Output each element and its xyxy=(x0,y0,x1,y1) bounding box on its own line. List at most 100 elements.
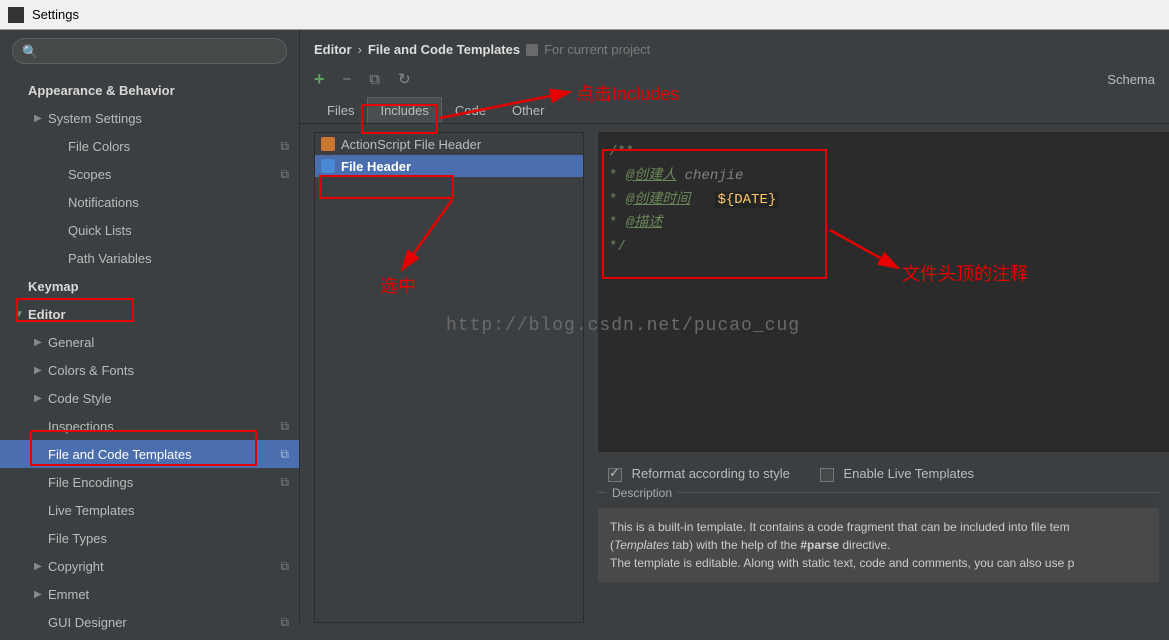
main: 🔍 Appearance & Behavior▶System SettingsF… xyxy=(0,30,1169,623)
sidebar-item-label: Path Variables xyxy=(68,251,299,266)
copy-button[interactable]: ⧉ xyxy=(369,71,380,88)
app-icon xyxy=(8,7,24,23)
search-input[interactable] xyxy=(12,38,287,64)
settings-tree: Appearance & Behavior▶System SettingsFil… xyxy=(0,72,299,640)
search-icon: 🔍 xyxy=(22,44,38,60)
sidebar-item[interactable]: GUI Designer⧉ xyxy=(0,608,299,636)
sidebar-item-label: Editor xyxy=(28,307,299,322)
tree-arrow-icon: ▶ xyxy=(34,113,48,124)
tab-includes[interactable]: Includes xyxy=(367,97,441,123)
live-templates-checkbox[interactable] xyxy=(820,468,834,482)
content-area: Editor › File and Code Templates For cur… xyxy=(300,30,1169,623)
project-scope-icon: ⧉ xyxy=(280,615,289,630)
breadcrumb-sep: › xyxy=(358,42,362,57)
template-item-label: ActionScript File Header xyxy=(341,137,481,152)
editor-star: * xyxy=(609,168,626,184)
sidebar-item-label: General xyxy=(48,335,299,350)
tab-other[interactable]: Other xyxy=(499,97,558,123)
template-item[interactable]: File Header xyxy=(315,155,583,177)
tree-arrow-icon: ▶ xyxy=(34,589,48,600)
sidebar-item-label: Inspections xyxy=(48,419,280,434)
reset-button[interactable]: ↻ xyxy=(398,70,411,88)
sidebar-item[interactable]: ▶General xyxy=(0,328,299,356)
template-tabs: FilesIncludesCodeOther xyxy=(300,97,1169,124)
sidebar-item[interactable]: Inspections⧉ xyxy=(0,412,299,440)
tree-arrow-icon: ▶ xyxy=(34,365,48,376)
tab-files[interactable]: Files xyxy=(314,97,367,123)
sidebar-item[interactable]: File Types xyxy=(0,524,299,552)
breadcrumb: Editor › File and Code Templates For cur… xyxy=(300,30,1169,65)
editor-line: /** xyxy=(609,144,634,160)
sidebar-item[interactable]: ▶Code Style xyxy=(0,384,299,412)
editor-column: /** * @创建人 chenjie * @创建时间 ${DATE} * @描述… xyxy=(598,132,1169,623)
sidebar-item-label: Emmet xyxy=(48,587,299,602)
sidebar-item-label: GUI Designer xyxy=(48,615,280,630)
tree-arrow-icon: ▶ xyxy=(34,561,48,572)
sidebar-item[interactable]: File and Code Templates⧉ xyxy=(0,440,299,468)
template-options: Reformat according to style Enable Live … xyxy=(598,452,1169,492)
project-scope-icon: ⧉ xyxy=(280,419,289,434)
template-item-label: File Header xyxy=(341,159,411,174)
sidebar-item-label: File Types xyxy=(48,531,299,546)
sidebar-item-label: Code Style xyxy=(48,391,299,406)
tab-code[interactable]: Code xyxy=(442,97,499,123)
editor-tag: @描述 xyxy=(626,215,662,231)
sidebar-item-label: File Colors xyxy=(68,139,280,154)
sidebar-item[interactable]: File Encodings⧉ xyxy=(0,468,299,496)
sidebar-item[interactable]: ▶System Settings xyxy=(0,104,299,132)
titlebar: Settings xyxy=(0,0,1169,30)
project-scope-icon: ⧉ xyxy=(280,167,289,182)
sidebar-item-label: Colors & Fonts xyxy=(48,363,299,378)
sidebar-item[interactable]: ▼Editor xyxy=(0,300,299,328)
project-scope-icon: ⧉ xyxy=(280,447,289,462)
sidebar-item-label: Scopes xyxy=(68,167,280,182)
scope-icon xyxy=(526,44,538,56)
templates-toolbar: + − ⧉ ↻ Schema xyxy=(300,65,1169,93)
add-button[interactable]: + xyxy=(314,69,325,90)
sidebar-item[interactable]: ▶Colors & Fonts xyxy=(0,356,299,384)
sidebar-item-label: Live Templates xyxy=(48,503,299,518)
sidebar-item-label: Appearance & Behavior xyxy=(28,83,299,98)
description-title: Description xyxy=(606,486,678,500)
remove-button[interactable]: − xyxy=(343,71,352,88)
sidebar-item[interactable]: File Colors⧉ xyxy=(0,132,299,160)
breadcrumb-part2: File and Code Templates xyxy=(368,42,520,57)
project-scope-icon: ⧉ xyxy=(280,139,289,154)
breadcrumb-scope: For current project xyxy=(544,42,650,57)
description-box: Description This is a built-in template.… xyxy=(598,492,1159,582)
sidebar-item[interactable]: Keymap xyxy=(0,272,299,300)
live-templates-option[interactable]: Enable Live Templates xyxy=(820,466,974,482)
sidebar-item-label: Keymap xyxy=(28,279,299,294)
tree-arrow-icon: ▼ xyxy=(14,309,28,320)
reformat-option[interactable]: Reformat according to style xyxy=(608,466,790,482)
tree-arrow-icon: ▶ xyxy=(34,393,48,404)
editor-star: * xyxy=(609,215,626,231)
window-title: Settings xyxy=(32,7,79,22)
project-scope-icon: ⧉ xyxy=(280,559,289,574)
sidebar-item[interactable]: Quick Lists xyxy=(0,216,299,244)
editor-line: */ xyxy=(609,239,626,255)
template-editor[interactable]: /** * @创建人 chenjie * @创建时间 ${DATE} * @描述… xyxy=(598,132,1169,452)
sidebar-item-label: File and Code Templates xyxy=(48,447,280,462)
editor-star: * xyxy=(609,192,626,208)
sidebar-item[interactable]: Path Variables xyxy=(0,244,299,272)
sidebar-item[interactable]: Live Templates xyxy=(0,496,299,524)
sidebar-item[interactable]: Notifications xyxy=(0,188,299,216)
live-templates-label: Enable Live Templates xyxy=(843,466,974,481)
template-item[interactable]: ActionScript File Header xyxy=(315,133,583,155)
sidebar-item-label: Quick Lists xyxy=(68,223,299,238)
description-body: This is a built-in template. It contains… xyxy=(598,508,1159,582)
sidebar-item[interactable]: Appearance & Behavior xyxy=(0,76,299,104)
breadcrumb-part1: Editor xyxy=(314,42,352,57)
sidebar-item[interactable]: ▶Copyright⧉ xyxy=(0,552,299,580)
editor-tag: @创建人 xyxy=(626,168,676,184)
sidebar-item[interactable]: ▶Emmet xyxy=(0,580,299,608)
work-area: ActionScript File HeaderFile Header /** … xyxy=(300,124,1169,623)
project-scope-icon: ⧉ xyxy=(280,475,289,490)
settings-sidebar: 🔍 Appearance & Behavior▶System SettingsF… xyxy=(0,30,300,623)
reformat-checkbox[interactable] xyxy=(608,468,622,482)
schema-label[interactable]: Schema xyxy=(1107,72,1155,87)
sidebar-item-label: System Settings xyxy=(48,111,299,126)
sidebar-item[interactable]: Scopes⧉ xyxy=(0,160,299,188)
editor-tag: @创建时间 xyxy=(626,192,690,208)
